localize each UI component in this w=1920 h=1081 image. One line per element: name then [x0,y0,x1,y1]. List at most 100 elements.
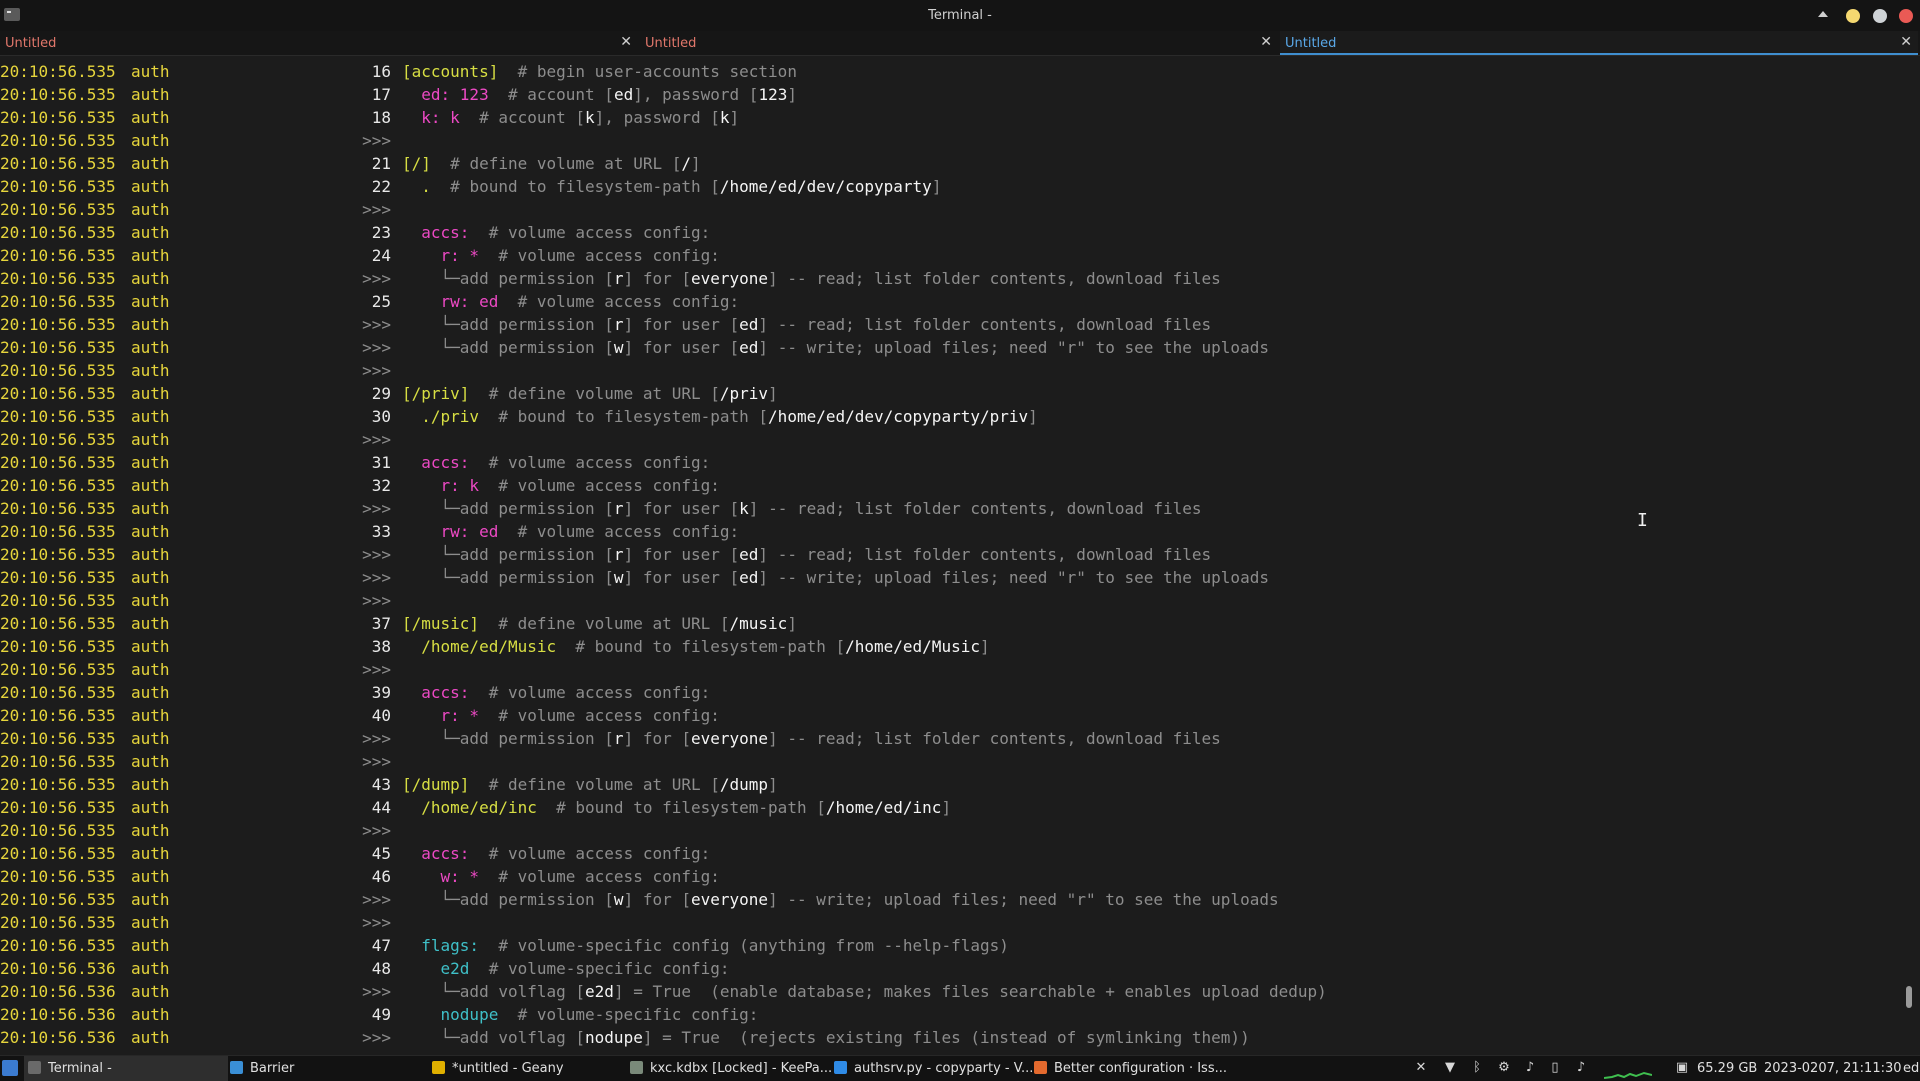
config-line-number: 47 [371,936,391,955]
log-level: auth [131,591,170,610]
taskbar-item[interactable]: Better configuration · Iss... [1030,1056,1244,1081]
config-token: [/] [402,154,431,173]
tab-1[interactable]: Untitled ✕ [0,31,638,55]
log-timestamp: 20:10:56.536 [0,982,116,1001]
log-line: 20:10:56.535 auth >>> └─add permission [r]… [0,727,1900,750]
bluetooth-off-icon[interactable]: ✕ [1414,1061,1428,1075]
taskbar-item[interactable]: *untitled - Geany [428,1056,632,1081]
config-token: ] = True (enable database; makes files s… [613,982,1327,1001]
config-token: ] [729,108,740,127]
log-timestamp: 20:10:56.535 [0,614,116,633]
config-line-number: 30 [371,407,391,426]
log-timestamp: 20:10:56.535 [0,867,116,886]
log-timestamp: 20:10:56.535 [0,476,116,495]
maximize-button[interactable] [1873,9,1887,23]
config-token: ] [768,384,778,403]
scrollbar[interactable] [1905,58,1911,1048]
minimize-button[interactable] [1846,9,1860,23]
config-line-number: 39 [371,683,391,702]
notification-bell-icon[interactable]: ♪ [1574,1061,1588,1075]
config-token: r [613,545,624,564]
config-line-number: >>> [362,591,391,610]
taskbar-item[interactable]: Barrier [226,1056,420,1081]
config-token: # volume access config: [479,246,720,265]
wifi-icon[interactable]: ▼ [1443,1061,1457,1075]
window-title: Terminal - [928,8,992,23]
config-line-number: 45 [371,844,391,863]
window-titlebar[interactable]: Terminal - [0,0,1920,31]
scrollbar-thumb[interactable] [1906,986,1912,1008]
log-timestamp: 20:10:56.535 [0,752,116,771]
log-level: auth [131,315,170,334]
log-line: 20:10:56.535 auth >>> └─add permission [w]… [0,888,1900,911]
battery-icon[interactable]: ▯ [1548,1061,1562,1075]
log-line: 20:10:56.535 auth 24 r: * # volume access … [0,244,1900,267]
config-token: # volume access config: [479,867,720,886]
log-level: auth [131,177,170,196]
tab-3[interactable]: Untitled ✕ [1280,31,1918,55]
taskbar-item[interactable]: Terminal - [24,1056,228,1081]
log-line: 20:10:56.535 auth >>> [0,589,1900,612]
config-token: ] -- read; list folder contents, downloa… [758,315,1212,334]
close-tab-icon[interactable]: ✕ [620,34,632,50]
config-line-content: [accounts] # begin user-accounts section [402,60,797,83]
config-token: # define volume at URL [ [469,775,720,794]
config-token: / [681,154,691,173]
tab-2[interactable]: Untitled ✕ [640,31,1278,55]
config-line-number: 46 [371,867,391,886]
config-token: r [613,729,624,748]
log-line: 20:10:56.535 auth 29 [/priv] # define volum… [0,382,1900,405]
config-token: [accounts] [402,62,499,81]
log-line: 20:10:56.535 auth 40 r: * # volume access … [0,704,1900,727]
taskbar-item-label: kxc.kdbx [Locked] - KeePa... [650,1061,833,1076]
clock[interactable]: 2023-0207, 21:11:30 [1764,1056,1902,1081]
close-button[interactable] [1899,9,1913,23]
taskbar-item-label: authsrv.py - copyparty - V... [854,1061,1034,1076]
taskbar-item[interactable]: authsrv.py - copyparty - V... [830,1056,1034,1081]
config-token: flags: [402,936,480,955]
config-line-number: 16 [371,62,391,81]
mute-icon[interactable]: ♪ [1523,1061,1537,1075]
terminal-output[interactable]: 20:10:56.535 auth 16 [accounts] # begin use… [0,60,1900,1050]
close-tab-icon[interactable]: ✕ [1260,34,1272,50]
config-token: └─add volflag [ [402,1028,586,1047]
log-level: auth [131,545,170,564]
bluetooth-icon[interactable]: ᛒ [1470,1061,1484,1075]
window-shade-button[interactable] [1818,11,1828,17]
config-line-content: e2d # volume-specific config: [402,957,730,980]
config-token: e2d [402,959,470,978]
config-line-number: >>> [362,430,391,449]
config-line-content: └─add permission [r] for user [k] -- rea… [402,497,1202,520]
config-token: ] = True (rejects existing files (instea… [642,1028,1250,1047]
user-name[interactable]: ed [1903,1056,1919,1081]
config-token: ] -- read; list folder contents, downloa… [748,499,1202,518]
app-menu-icon[interactable] [2,1060,18,1076]
log-timestamp: 20:10:56.535 [0,890,116,909]
log-level: auth [131,683,170,702]
config-line-content: └─add permission [r] for user [ed] -- re… [402,543,1212,566]
log-timestamp: 20:10:56.535 [0,499,116,518]
tab-label: Untitled [645,36,697,51]
config-token: ed [739,338,759,357]
log-timestamp: 20:10:56.535 [0,154,116,173]
config-line-number: >>> [362,361,391,380]
log-line: 20:10:56.535 auth >>> └─add permission [w]… [0,566,1900,589]
config-line-number: 33 [371,522,391,541]
config-line-content: [/music] # define volume at URL [/music] [402,612,797,635]
log-timestamp: 20:10:56.535 [0,821,116,840]
config-token: ] -- read; list folder contents, downloa… [758,545,1212,564]
config-token: ] -- read; list folder contents, downloa… [768,729,1221,748]
settings-icon[interactable]: ⚙ [1497,1061,1511,1075]
config-line-number: 31 [371,453,391,472]
config-line-number: >>> [362,982,391,1001]
close-tab-icon[interactable]: ✕ [1900,34,1912,50]
config-token: [/dump] [402,775,470,794]
config-line-number: 18 [371,108,391,127]
config-line-number: 21 [371,154,391,173]
log-level: auth [131,384,170,403]
taskbar-item[interactable]: kxc.kdbx [Locked] - KeePa... [626,1056,833,1081]
log-timestamp: 20:10:56.535 [0,315,116,334]
config-line-number: 37 [371,614,391,633]
log-timestamp: 20:10:56.535 [0,108,116,127]
tab-label: Untitled [1285,36,1337,51]
